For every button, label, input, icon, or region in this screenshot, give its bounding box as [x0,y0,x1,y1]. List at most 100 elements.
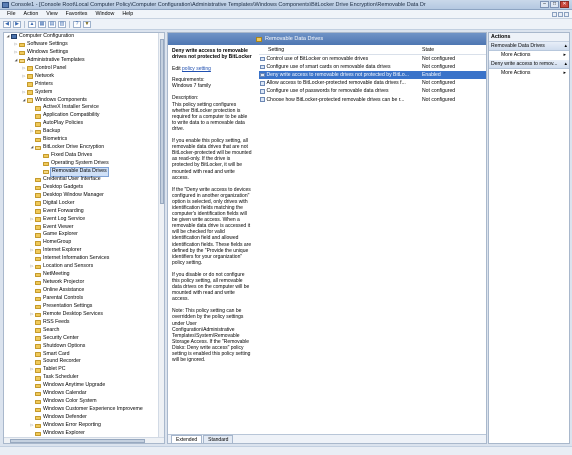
tree-node[interactable]: Shutdown Options [4,343,164,351]
tree-node[interactable]: HomeGroup [4,239,164,247]
tree-node[interactable]: Windows Calendar [4,390,164,398]
menu-help[interactable]: Help [118,11,137,17]
policy-row[interactable]: Allow access to BitLocker-protected remo… [259,79,486,87]
tree-node[interactable]: Event Viewer [4,224,164,232]
tree-node[interactable]: ▷ Network [4,73,164,81]
close-button[interactable]: ✕ [560,1,569,8]
tree-node[interactable]: Application Compatibility [4,112,164,120]
more-actions-item[interactable]: More Actions ▸ [489,51,569,60]
actions-section-removable-data-drives[interactable]: Removable Data Drives ▴ [489,42,569,51]
tree-node[interactable]: Internet Information Services [4,255,164,263]
child-close-icon[interactable] [564,11,569,17]
maximize-button[interactable]: □ [550,1,559,8]
tree-node[interactable]: Search [4,327,164,335]
tree-node[interactable]: ◢ Computer Configuration [4,33,164,41]
tree-node[interactable]: Sound Recorder [4,358,164,366]
tree-node[interactable]: ◢ BitLocker Drive Encryption [4,144,164,152]
properties-icon[interactable]: ▤ [48,20,56,28]
tree-node[interactable]: Digital Locker [4,200,164,208]
tree-node[interactable]: ▷ Windows Error Reporting [4,422,164,430]
tree-node[interactable]: Smart Card [4,351,164,359]
tree-node[interactable]: Desktop Gadgets [4,184,164,192]
tree-node[interactable]: Credential User Interface [4,176,164,184]
tree-vertical-scrollbar[interactable] [158,33,164,443]
tree-node[interactable]: Windows Anytime Upgrade [4,382,164,390]
tree-hscroll-thumb[interactable] [10,439,145,443]
tree-node[interactable]: Removable Data Drives [4,166,164,177]
collapse-icon[interactable]: ▴ [564,60,567,68]
policy-row[interactable]: Configure use of smart cards on removabl… [259,63,486,71]
expand-arrow-icon[interactable]: ▷ [30,247,34,255]
tree-node[interactable]: ▷ Software Settings [4,41,164,49]
tree-horizontal-scrollbar[interactable] [4,437,164,443]
menu-file[interactable]: File [3,11,20,17]
column-header-state[interactable]: State [419,47,486,53]
tree-node[interactable]: Task Scheduler [4,374,164,382]
policy-row[interactable]: Choose how BitLocker-protected removable… [259,95,486,103]
expand-arrow-icon[interactable]: ▷ [30,311,34,319]
tree-node[interactable]: Operating System Drives [4,160,164,168]
tree-node[interactable]: ▷ Tablet PC [4,366,164,374]
expand-arrow-icon[interactable]: ▷ [30,366,34,374]
expand-arrow-icon[interactable]: ▷ [30,263,34,271]
expand-arrow-icon[interactable]: ▷ [22,89,26,97]
tree-node[interactable]: ▷ Backup [4,128,164,136]
tree-node[interactable]: Printers [4,81,164,89]
menu-window[interactable]: Window [91,11,118,17]
minimize-button[interactable]: – [540,1,549,8]
expand-arrow-icon[interactable]: ▷ [30,216,34,224]
export-list-icon[interactable]: ▥ [58,20,66,28]
child-minimize-icon[interactable] [552,11,557,17]
expand-arrow-icon[interactable]: ◢ [14,57,18,65]
tree-node[interactable]: NetMeeting [4,271,164,279]
forward-icon[interactable]: ▶ [13,20,21,28]
expand-arrow-icon[interactable]: ▷ [14,49,18,57]
expand-arrow-icon[interactable]: ▷ [22,73,26,81]
tree-node[interactable]: Event Forwarding [4,208,164,216]
child-restore-icon[interactable] [558,11,563,17]
tree-scroll-thumb[interactable] [160,39,164,204]
expand-arrow-icon[interactable]: ◢ [22,97,26,105]
tab-extended[interactable]: Extended [171,435,203,443]
back-icon[interactable]: ◀ [3,20,11,28]
help-icon[interactable]: ? [73,20,81,28]
tree-node[interactable]: Windows Color System [4,398,164,406]
policy-row[interactable]: Deny write access to removable drives no… [259,71,486,80]
tree-node[interactable]: Presentation Settings [4,303,164,311]
expand-arrow-icon[interactable]: ▷ [30,128,34,136]
tree-node[interactable]: ▷ Location and Sensors [4,263,164,271]
tree-node[interactable]: Biometrics [4,136,164,144]
menu-action[interactable]: Action [20,11,43,17]
policy-row[interactable]: Configure use of passwords for removable… [259,87,486,95]
tree-node[interactable]: ▷ Event Log Service [4,216,164,224]
tree-node[interactable]: RSS Feeds [4,319,164,327]
up-folder-icon[interactable]: ▲ [28,20,36,28]
tree-node[interactable]: ◢ Windows Components [4,97,164,105]
tree-node[interactable]: Windows Customer Experience Improveme [4,406,164,414]
tree-node[interactable]: Game Explorer [4,231,164,239]
expand-arrow-icon[interactable]: ▷ [14,41,18,49]
tree-node[interactable]: ▷ Windows Settings [4,49,164,57]
tree-node[interactable]: ◢ Administrative Templates [4,57,164,65]
tree-node[interactable]: Security Center [4,335,164,343]
menu-favorites[interactable]: Favorites [62,11,92,17]
tree-node[interactable]: ▷ Remote Desktop Services [4,311,164,319]
tree-node[interactable]: ▷ Internet Explorer [4,247,164,255]
edit-policy-setting-link[interactable]: policy setting [182,66,211,72]
collapse-icon[interactable]: ▴ [564,42,567,50]
expand-arrow-icon[interactable]: ▷ [30,422,34,430]
tree-node[interactable]: AutoPlay Policies [4,120,164,128]
expand-arrow-icon[interactable]: ◢ [6,33,10,41]
menu-view[interactable]: View [42,11,61,17]
tree-node[interactable]: ▷ System [4,89,164,97]
tree-node[interactable]: ▷ Control Panel [4,65,164,73]
tree-node[interactable]: Network Projector [4,279,164,287]
tree-node[interactable]: Online Assistance [4,287,164,295]
more-actions-item[interactable]: More Actions ▸ [489,69,569,78]
filter-icon[interactable]: ▼ [83,20,91,28]
actions-section-policy[interactable]: Deny write access to remov... ▴ [489,60,569,69]
expand-arrow-icon[interactable]: ▷ [22,65,26,73]
tab-standard[interactable]: Standard [203,435,234,443]
tree-node[interactable]: Desktop Window Manager [4,192,164,200]
show-hide-tree-icon[interactable]: ▦ [38,20,46,28]
